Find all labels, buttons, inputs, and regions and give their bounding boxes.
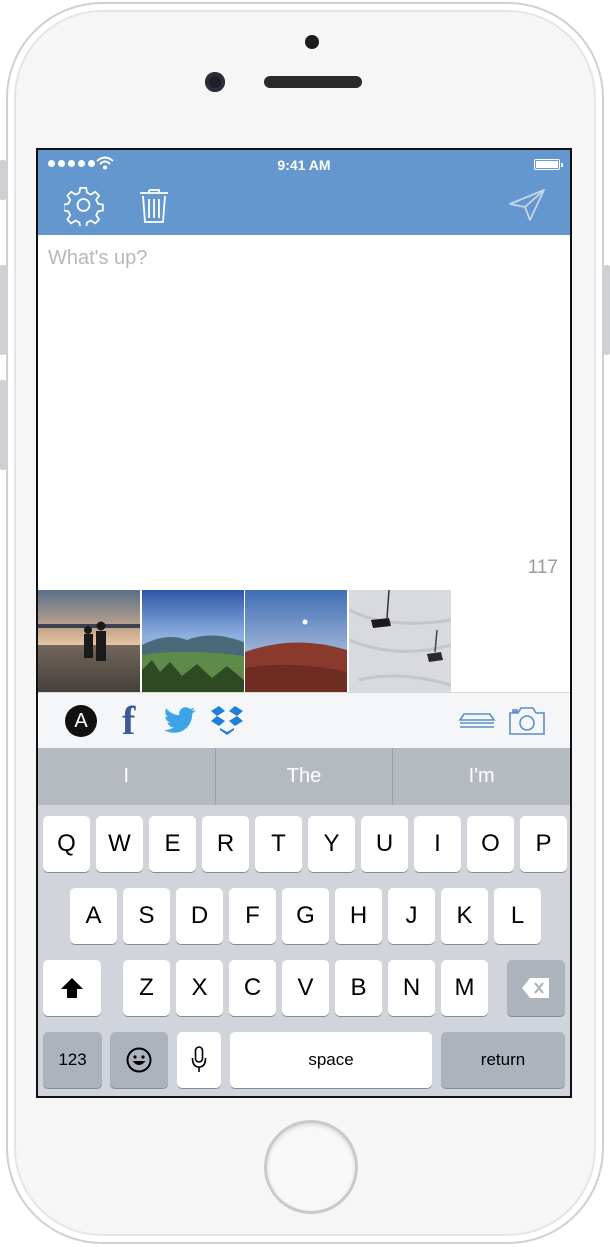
key-r[interactable]: R	[202, 816, 249, 872]
power-button	[604, 265, 610, 355]
photo-strip	[38, 590, 570, 692]
key-n[interactable]: N	[388, 960, 435, 1016]
camera-icon[interactable]	[508, 706, 546, 736]
compose-area: 117	[38, 235, 570, 590]
key-y[interactable]: Y	[308, 816, 355, 872]
key-m[interactable]: M	[441, 960, 488, 1016]
key-j[interactable]: J	[388, 888, 435, 944]
proximity-sensor	[305, 35, 319, 49]
return-key[interactable]: return	[441, 1032, 565, 1088]
key-q[interactable]: Q	[43, 816, 90, 872]
key-p[interactable]: P	[520, 816, 567, 872]
home-button[interactable]	[264, 1120, 358, 1214]
photo-lake-sunset[interactable]	[38, 590, 140, 692]
app-net-icon[interactable]: A	[65, 705, 97, 737]
suggestion-item[interactable]: The	[216, 748, 394, 805]
key-c[interactable]: C	[229, 960, 276, 1016]
key-g[interactable]: G	[282, 888, 329, 944]
mute-switch	[0, 160, 6, 200]
earpiece-speaker	[264, 76, 362, 88]
key-l[interactable]: L	[494, 888, 541, 944]
photo-mountain-valley[interactable]	[141, 590, 244, 692]
post-text-input[interactable]	[46, 245, 560, 549]
stack-icon[interactable]	[458, 712, 496, 730]
photo-ski-lift-snow[interactable]	[348, 590, 451, 692]
suggestion-item[interactable]: I	[38, 748, 216, 805]
gear-icon[interactable]	[64, 186, 104, 226]
key-z[interactable]: Z	[123, 960, 170, 1016]
key-b[interactable]: B	[335, 960, 382, 1016]
trash-icon[interactable]	[138, 186, 170, 226]
key-o[interactable]: O	[467, 816, 514, 872]
character-counter: 117	[527, 557, 558, 578]
key-a[interactable]: A	[70, 888, 117, 944]
microphone-icon	[191, 1046, 207, 1072]
key-s[interactable]: S	[123, 888, 170, 944]
delete-key[interactable]	[507, 960, 565, 1016]
suggestion-item[interactable]: I'm	[393, 748, 570, 805]
app-net-letter: A	[74, 710, 88, 732]
dictation-key[interactable]	[177, 1032, 221, 1088]
twitter-icon[interactable]	[164, 707, 196, 733]
key-i[interactable]: I	[414, 816, 461, 872]
key-w[interactable]: W	[96, 816, 143, 872]
key-t[interactable]: T	[255, 816, 302, 872]
status-time: 9:41 AM	[277, 157, 331, 173]
photo-red-hill-moon[interactable]	[245, 590, 347, 692]
key-f[interactable]: F	[229, 888, 276, 944]
key-h[interactable]: H	[335, 888, 382, 944]
paper-plane-icon[interactable]	[508, 188, 546, 222]
key-x[interactable]: X	[176, 960, 223, 1016]
numbers-key[interactable]: 123	[43, 1032, 102, 1088]
key-e[interactable]: E	[149, 816, 196, 872]
emoji-face-icon	[126, 1047, 152, 1073]
space-key[interactable]: space	[230, 1032, 432, 1088]
shift-key[interactable]	[43, 960, 101, 1016]
key-d[interactable]: D	[176, 888, 223, 944]
status-bar: 9:41 AM	[38, 150, 570, 180]
suggestion-bar: I The I'm	[38, 748, 570, 805]
shift-arrow-icon	[61, 978, 83, 998]
volume-up-button	[0, 265, 6, 355]
keyboard: I The I'm Q W E R T Y U I O P A S D F G …	[38, 748, 570, 1096]
key-u[interactable]: U	[361, 816, 408, 872]
facebook-icon[interactable]: f	[122, 699, 144, 743]
key-v[interactable]: V	[282, 960, 329, 1016]
key-k[interactable]: K	[441, 888, 488, 944]
backspace-icon	[522, 978, 549, 998]
front-camera	[205, 72, 225, 92]
screen: 9:41 AM What's up? 117 A f I The I'm Q W…	[36, 148, 572, 1098]
emoji-key[interactable]	[110, 1032, 168, 1088]
dropbox-icon[interactable]	[210, 704, 244, 738]
battery-icon	[534, 159, 563, 170]
volume-down-button	[0, 380, 6, 470]
share-toolbar: A f	[38, 692, 570, 749]
navigation-bar: 9:41 AM	[38, 150, 570, 235]
